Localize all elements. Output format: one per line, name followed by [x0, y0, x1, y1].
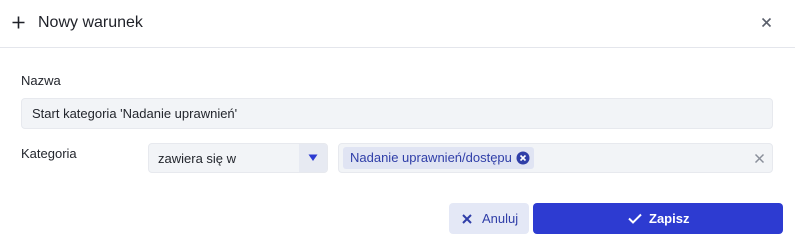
save-button-label: Zapisz: [649, 211, 690, 226]
clear-icon[interactable]: [754, 153, 765, 164]
category-label: Kategoria: [21, 146, 77, 161]
cancel-button[interactable]: Anuluj: [449, 203, 529, 234]
caret-down-icon: [308, 154, 318, 161]
name-label: Nazwa: [21, 73, 61, 88]
check-icon: [628, 213, 642, 224]
dialog-title: Nowy warunek: [38, 14, 143, 31]
save-button[interactable]: Zapisz: [533, 203, 783, 234]
new-condition-dialog: Nowy warunek Nazwa Start kategoria 'Nada…: [0, 0, 795, 248]
operator-value: zawiera się w: [158, 151, 237, 166]
name-input[interactable]: Start kategoria 'Nadanie uprawnień': [21, 98, 773, 129]
operator-dropdown-toggle[interactable]: [299, 144, 327, 172]
operator-select[interactable]: zawiera się w: [148, 143, 328, 173]
cancel-button-label: Anuluj: [482, 211, 519, 226]
category-tag: Nadanie uprawnień/dostępu: [343, 147, 534, 169]
close-icon[interactable]: [759, 15, 774, 30]
category-tags-input[interactable]: Nadanie uprawnień/dostępu: [338, 143, 773, 173]
close-icon: [462, 214, 472, 224]
remove-tag-icon[interactable]: [516, 151, 530, 165]
category-tag-label: Nadanie uprawnień/dostępu: [350, 150, 512, 165]
plus-icon: [12, 16, 25, 29]
dialog-header: Nowy warunek: [0, 0, 795, 48]
